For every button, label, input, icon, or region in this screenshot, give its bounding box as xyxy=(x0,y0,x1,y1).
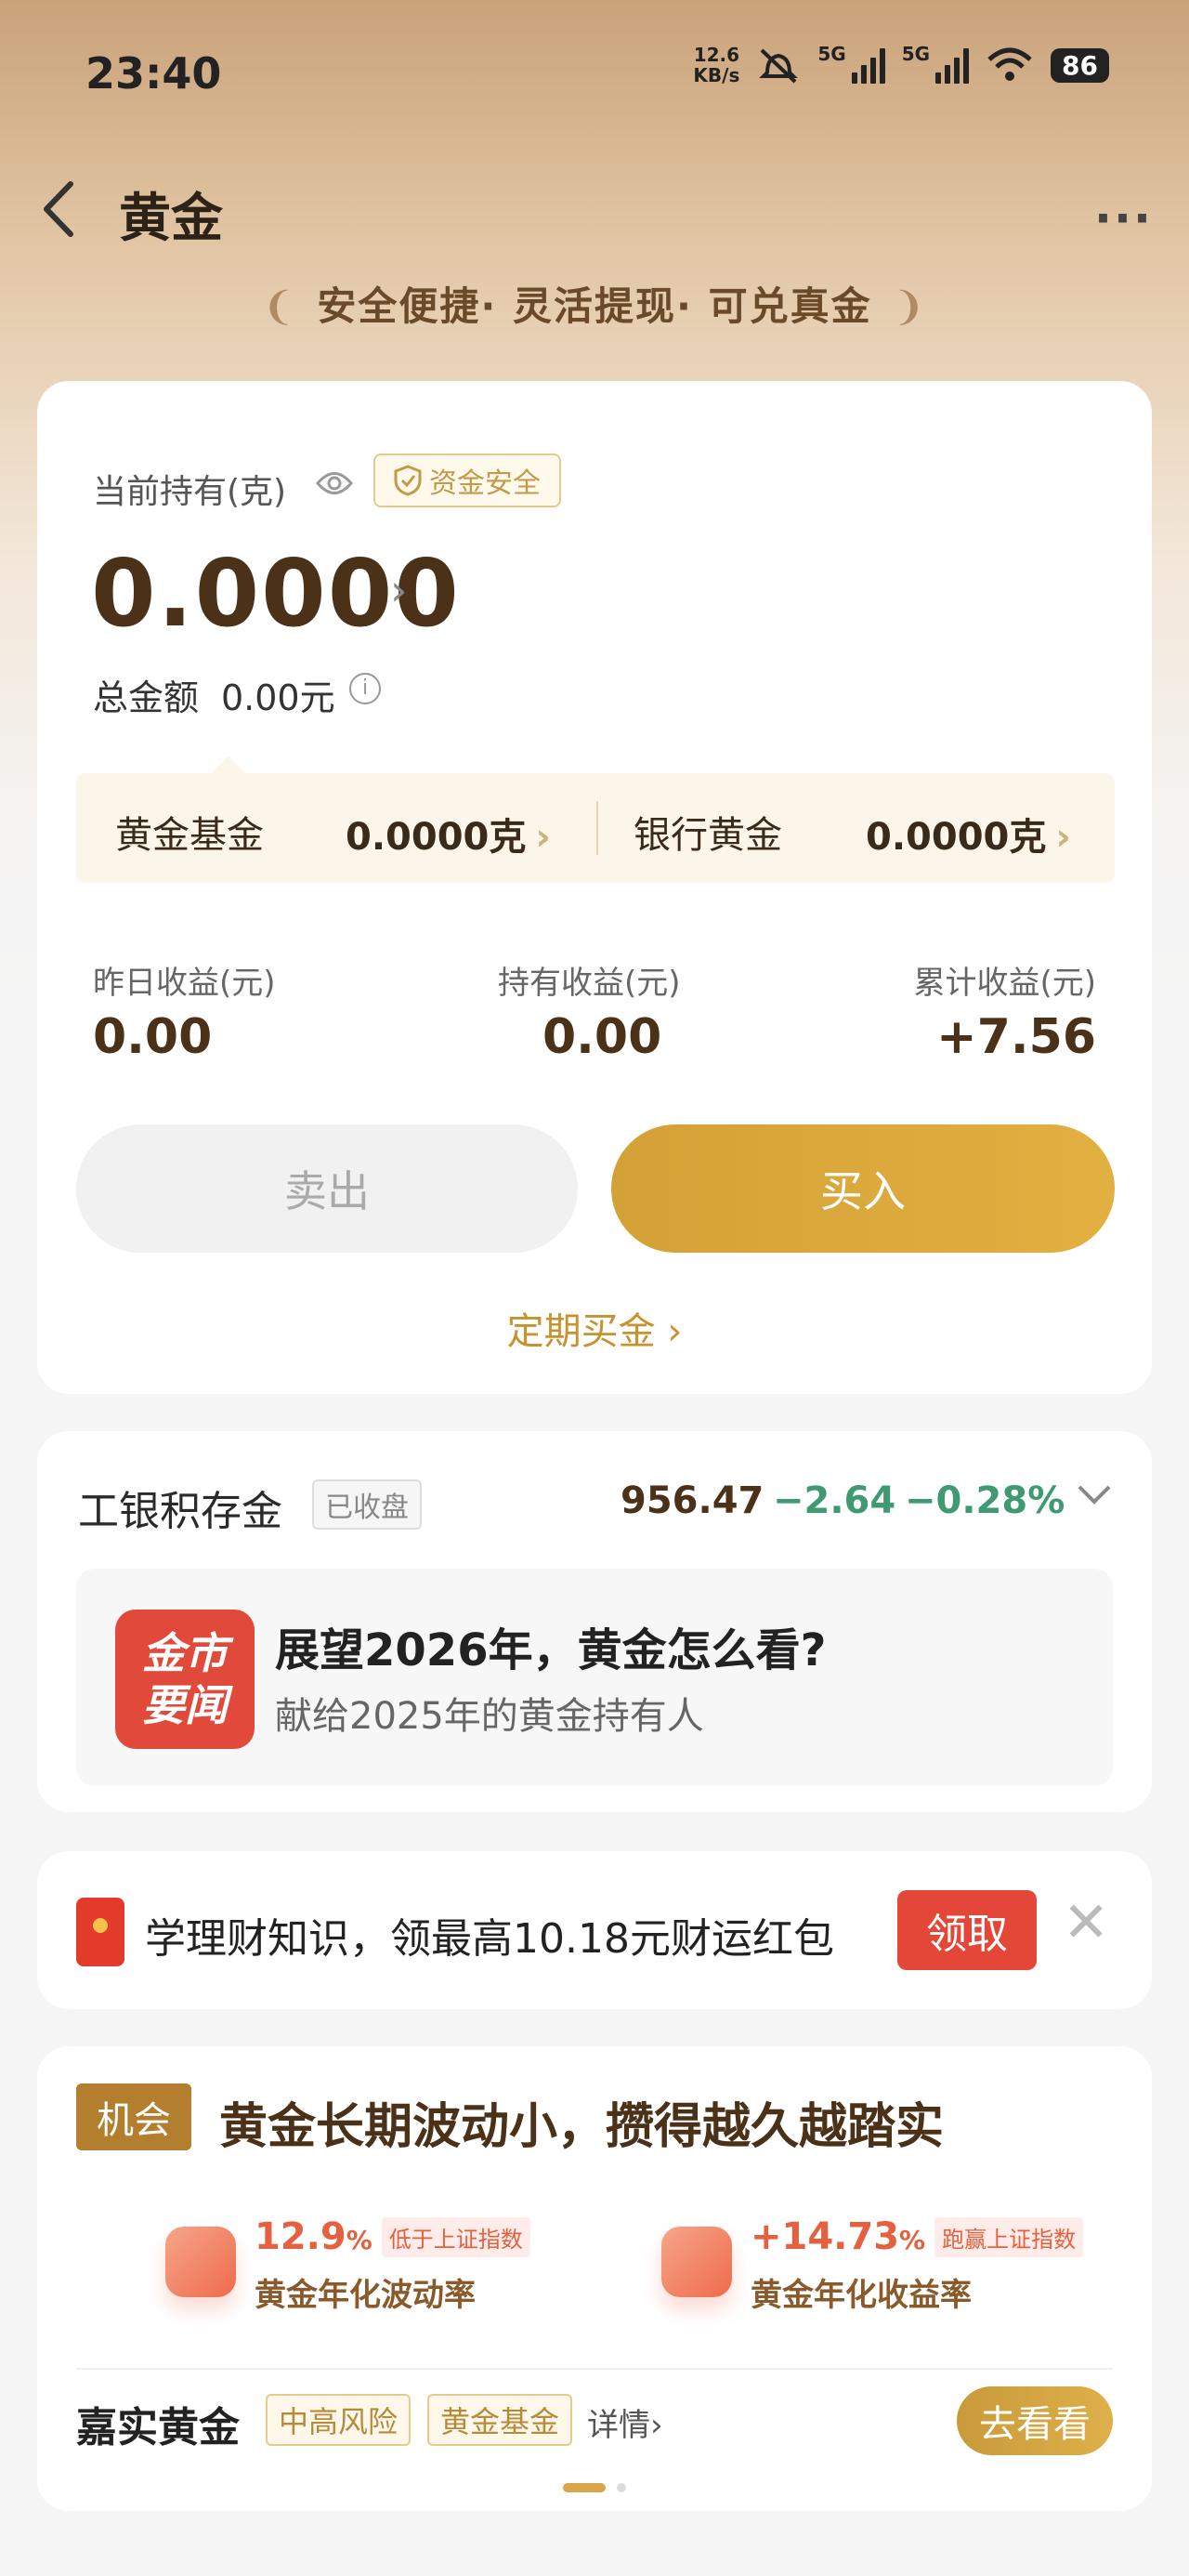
chevron-right-icon: › xyxy=(1055,816,1071,859)
fund-safety-label: 资金安全 xyxy=(429,467,541,500)
volatility-value: 12.9 xyxy=(255,2215,346,2258)
split-pointer xyxy=(212,756,245,773)
reward-banner: 学理财知识，领最高10.18元财运红包 领取 ✕ xyxy=(37,1851,1152,2009)
laurel-left-icon: ❨ xyxy=(262,283,297,329)
signal-icon-2 xyxy=(935,46,970,84)
risk-tag: 中高风险 xyxy=(266,2394,412,2446)
cumulative-earnings-label: 累计收益(元) xyxy=(913,965,1096,1002)
signal-icon xyxy=(851,46,885,84)
close-icon[interactable]: ✕ xyxy=(1063,1890,1109,1955)
volatility-chart-icon xyxy=(165,2227,236,2297)
market-change: −2.64 xyxy=(773,1479,896,1522)
carousel-dot-active xyxy=(563,2483,606,2492)
total-amount-value: 0.00元 xyxy=(221,677,335,718)
total-amount-label: 总金额 xyxy=(93,677,200,718)
reward-text[interactable]: 学理财知识，领最高10.18元财运红包 xyxy=(145,1905,834,1965)
slogan-item-3: 可兑真金 xyxy=(708,283,872,329)
slogan-item-2: 灵活提现 xyxy=(512,283,676,329)
wifi-icon xyxy=(987,47,1032,81)
net-speed-value: 12.6 xyxy=(693,44,740,66)
return-chart-icon xyxy=(661,2227,732,2297)
back-icon[interactable] xyxy=(37,177,84,242)
sell-button[interactable]: 卖出 xyxy=(76,1124,578,1253)
divider xyxy=(596,801,598,855)
slogan: ❨ 安全便捷· 灵活提现· 可兑真金 ❩ xyxy=(262,283,927,329)
chevron-right-icon: › xyxy=(535,816,551,859)
red-envelope-icon xyxy=(76,1898,124,1966)
cumulative-earnings-value: +7.56 xyxy=(936,1009,1096,1065)
clock: 23:40 xyxy=(85,48,222,99)
claim-button[interactable]: 领取 xyxy=(897,1890,1037,1970)
status-bar: 23:40 12.6 KB/s 5G 5G 86 xyxy=(0,0,1189,139)
buy-button[interactable]: 买入 xyxy=(611,1124,1115,1253)
holdings-breakdown: 黄金基金 0.0000克 › 银行黄金 0.0000克 › xyxy=(76,773,1115,883)
holding-earnings-label: 持有收益(元) xyxy=(498,965,681,1002)
yesterday-earnings-value: 0.00 xyxy=(93,1009,213,1065)
bank-gold-label[interactable]: 银行黄金 xyxy=(634,805,782,859)
yesterday-earnings-label: 昨日收益(元) xyxy=(93,965,276,1002)
divider xyxy=(76,2368,1113,2370)
network-type-1: 5G xyxy=(817,43,846,65)
details-link[interactable]: 详情› xyxy=(587,2399,663,2445)
more-icon[interactable]: ··· xyxy=(1094,191,1153,245)
chevron-down-icon[interactable] xyxy=(1074,1476,1115,1522)
bank-gold-value[interactable]: 0.0000克 › xyxy=(866,807,1071,861)
volatility-stat: 12.9% 低于上证指数 xyxy=(255,2215,530,2258)
market-name: 工银积存金 xyxy=(78,1488,282,1535)
market-price: 956.47 xyxy=(621,1479,764,1522)
market-status-badge: 已收盘 xyxy=(312,1479,422,1530)
opportunity-tag: 机会 xyxy=(76,2083,191,2150)
volatility-desc: 黄金年化波动率 xyxy=(255,2277,476,2314)
page-title: 黄金 xyxy=(119,189,223,249)
mute-icon xyxy=(759,48,799,84)
status-icons: 12.6 KB/s 5G 5G 86 xyxy=(693,43,1109,85)
battery-icon: 86 xyxy=(1051,47,1109,83)
return-stat: +14.73% 跑赢上证指数 xyxy=(751,2215,1084,2258)
market-card: 工银积存金 已收盘 956.47 −2.64 −0.28% 金市 要闻 展望20… xyxy=(37,1431,1152,1812)
opportunity-title: 黄金长期波动小，攒得越久越踏实 xyxy=(219,2099,945,2155)
holding-earnings-value: 0.00 xyxy=(542,1009,662,1065)
laurel-right-icon: ❩ xyxy=(892,283,927,329)
news-item[interactable]: 金市 要闻 展望2026年，黄金怎么看? 献给2025年的黄金持有人 xyxy=(76,1569,1113,1786)
info-icon[interactable]: i xyxy=(349,673,381,704)
network-type-2: 5G xyxy=(901,43,931,65)
holdings-label: 当前持有(克) xyxy=(93,473,287,511)
return-chip: 跑赢上证指数 xyxy=(934,2216,1084,2257)
chevron-right-icon: › xyxy=(667,1310,683,1353)
fund-type-tag: 黄金基金 xyxy=(427,2394,573,2446)
gold-fund-label[interactable]: 黄金基金 xyxy=(115,805,264,859)
opportunity-card: 机会 黄金长期波动小，攒得越久越踏实 12.9% 低于上证指数 黄金年化波动率 … xyxy=(37,2046,1152,2511)
go-see-button[interactable]: 去看看 xyxy=(957,2386,1113,2455)
slogan-item-1: 安全便捷 xyxy=(317,283,481,329)
fund-name: 嘉实黄金 xyxy=(76,2404,240,2451)
return-value: +14.73 xyxy=(751,2215,900,2258)
regular-buy-link[interactable]: 定期买金 › xyxy=(37,1301,1152,1355)
volatility-chip: 低于上证指数 xyxy=(381,2216,530,2257)
chevron-right-icon: › xyxy=(650,2407,663,2444)
shield-icon xyxy=(394,465,422,496)
news-subtitle: 献给2025年的黄金持有人 xyxy=(275,1695,704,1738)
net-speed-unit: KB/s xyxy=(693,64,740,86)
chevron-right-icon[interactable]: › xyxy=(390,565,407,615)
fund-safety-badge[interactable]: 资金安全 xyxy=(373,453,561,507)
carousel-dot xyxy=(617,2483,626,2492)
net-speed: 12.6 KB/s xyxy=(693,45,739,85)
gold-fund-value[interactable]: 0.0000克 › xyxy=(346,807,551,861)
holdings-card: 当前持有(克) 资金安全 0.0000 › 总金额 0.00元 i 黄金基金 0… xyxy=(37,381,1152,1394)
eye-icon[interactable] xyxy=(316,468,353,506)
return-desc: 黄金年化收益率 xyxy=(751,2277,972,2314)
gold-news-icon: 金市 要闻 xyxy=(115,1610,255,1749)
market-change-percent: −0.28% xyxy=(905,1479,1065,1522)
news-title: 展望2026年，黄金怎么看? xyxy=(275,1624,827,1676)
